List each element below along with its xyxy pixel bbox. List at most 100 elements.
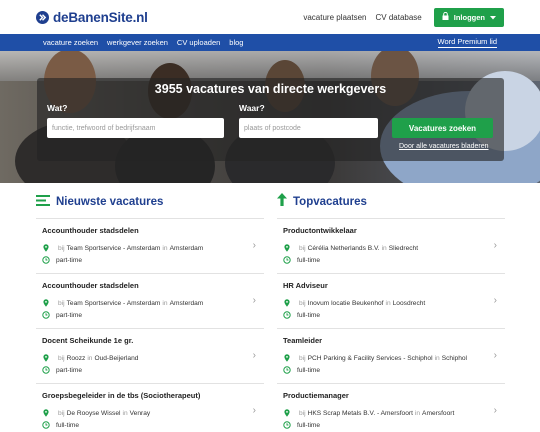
job-company: Team Sportservice - Amsterdam	[66, 299, 161, 307]
job-location: bij PCH Parking & Facility Services - Sc…	[283, 352, 505, 364]
job-title: Productiemanager	[283, 391, 349, 400]
job-type-label: full-time	[297, 421, 321, 429]
latest-vacancies: Nieuwste vacatures Accounthouder stadsde…	[36, 193, 264, 432]
job-type-label: full-time	[56, 421, 80, 429]
job-title: Docent Scheikunde 1e gr.	[42, 336, 134, 345]
top-title: Topvacatures	[293, 196, 367, 208]
chevron-right-icon: ›	[252, 350, 256, 361]
job-item[interactable]: Accounthouder stadsdelen bij Team Sports…	[36, 218, 264, 273]
job-location: bij Roozz in Oud-Beijerland	[42, 352, 264, 364]
chevron-right-icon: ›	[252, 295, 256, 306]
job-company: Roozz	[66, 354, 86, 362]
job-item[interactable]: Productontwikkelaar bij Cérélia Netherla…	[277, 218, 505, 273]
bij-label: bij	[58, 244, 65, 252]
job-location: bij Cérélia Netherlands B.V. in Sliedrec…	[283, 242, 505, 254]
bij-label: bij	[58, 299, 65, 307]
clock-icon	[283, 256, 291, 264]
search-button[interactable]: Vacatures zoeken	[392, 118, 493, 138]
bij-label: bij	[299, 354, 306, 362]
nav-item-cv-uploaden[interactable]: CV uploaden	[177, 38, 220, 47]
map-pin-icon	[43, 299, 49, 307]
map-pin-icon	[284, 299, 290, 307]
job-type: full-time	[283, 309, 505, 321]
map-pin-icon	[43, 354, 49, 362]
latest-header: Nieuwste vacatures	[36, 193, 264, 211]
chevron-right-icon: ›	[493, 240, 497, 251]
job-title: Groepsbegeleider in de tbs (Sociotherape…	[42, 391, 201, 400]
logo[interactable]: deBanenSite.nl	[36, 10, 148, 25]
where-label: Waar?	[239, 103, 265, 113]
job-type: full-time	[283, 419, 505, 431]
job-item[interactable]: Teamleider bij PCH Parking & Facility Se…	[277, 328, 505, 383]
premium-link[interactable]: Word Premium lid	[437, 37, 497, 48]
job-city: Amsterdam	[169, 244, 204, 252]
job-item[interactable]: Productiemanager bij HKS Scrap Metals B.…	[277, 383, 505, 432]
job-type: full-time	[42, 419, 264, 431]
job-location: bij HKS Scrap Metals B.V. - Amersfoort i…	[283, 407, 505, 419]
where-input[interactable]: plaats of postcode	[239, 118, 378, 138]
job-title: Accounthouder stadsdelen	[42, 226, 139, 235]
lock-icon	[442, 11, 449, 22]
in-label: in	[87, 354, 93, 362]
job-city: Venray	[129, 409, 151, 417]
nav-item-werkgever-zoeken[interactable]: werkgever zoeken	[107, 38, 168, 47]
job-city: Oud-Beijerland	[94, 354, 139, 362]
clock-icon	[42, 311, 50, 319]
bij-label: bij	[299, 409, 306, 417]
clock-icon	[42, 421, 50, 429]
job-location: bij Inovum locatie Beukenhof in Loosdrec…	[283, 297, 505, 309]
in-label: in	[122, 409, 128, 417]
bij-label: bij	[58, 354, 65, 362]
job-location: bij Team Sportservice - Amsterdam in Ams…	[42, 297, 264, 309]
job-company: De Rooyse Wissel	[66, 409, 121, 417]
bij-label: bij	[58, 409, 65, 417]
job-type-label: part-time	[56, 366, 83, 374]
logo-text: deBanenSite.nl	[53, 9, 148, 25]
chevron-circle-icon	[36, 10, 49, 24]
vacature-plaatsen-link[interactable]: vacature plaatsen	[303, 13, 366, 22]
job-type-label: full-time	[297, 366, 321, 374]
map-pin-icon	[284, 409, 290, 417]
map-pin-icon	[284, 354, 290, 362]
nav-item-blog[interactable]: blog	[229, 38, 243, 47]
job-type: full-time	[283, 364, 505, 376]
job-item[interactable]: HR Adviseur bij Inovum locatie Beukenhof…	[277, 273, 505, 328]
chevron-right-icon: ›	[493, 295, 497, 306]
job-item[interactable]: Docent Scheikunde 1e gr. bij Roozz in Ou…	[36, 328, 264, 383]
bij-label: bij	[299, 299, 306, 307]
chevron-right-icon: ›	[493, 405, 497, 416]
browse-all-link[interactable]: Door alle vacatures bladeren	[399, 143, 489, 150]
job-title: HR Adviseur	[283, 281, 328, 290]
clock-icon	[283, 421, 291, 429]
in-label: in	[385, 299, 391, 307]
chevron-right-icon: ›	[252, 240, 256, 251]
job-city: Amersfoort	[422, 409, 455, 417]
in-label: in	[381, 244, 387, 252]
nav-item-vacature-zoeken[interactable]: vacature zoeken	[43, 38, 98, 47]
job-city: Loosdrecht	[392, 299, 426, 307]
job-item[interactable]: Accounthouder stadsdelen bij Team Sports…	[36, 273, 264, 328]
job-company: Team Sportservice - Amsterdam	[66, 244, 161, 252]
login-button[interactable]: Inloggen	[433, 7, 504, 27]
job-type-label: part-time	[56, 311, 83, 319]
login-label: Inloggen	[453, 12, 485, 22]
job-company: HKS Scrap Metals B.V. - Amersfoort	[307, 409, 413, 417]
job-item[interactable]: Groepsbegeleider in de tbs (Sociotherape…	[36, 383, 264, 432]
hero-title: 3955 vacatures van directe werkgevers	[154, 82, 387, 96]
chevron-right-icon: ›	[252, 405, 256, 416]
job-type: full-time	[283, 254, 505, 266]
job-type-label: full-time	[297, 311, 321, 319]
job-type: part-time	[42, 364, 264, 376]
job-city: Sliedrecht	[388, 244, 419, 252]
what-input[interactable]: functie, trefwoord of bedrijfsnaam	[47, 118, 224, 138]
top-links: vacature plaatsen CV database Inloggen	[303, 7, 504, 27]
job-location: bij Team Sportservice - Amsterdam in Ams…	[42, 242, 264, 254]
caret-down-icon	[490, 13, 496, 22]
top-vacancies: Topvacatures Productontwikkelaar bij Cér…	[277, 193, 505, 432]
clock-icon	[42, 256, 50, 264]
job-type-label: full-time	[297, 256, 321, 264]
clock-icon	[283, 311, 291, 319]
cv-database-link[interactable]: CV database	[375, 13, 421, 22]
map-pin-icon	[43, 409, 49, 417]
page: deBanenSite.nl vacature plaatsen CV data…	[0, 0, 540, 432]
